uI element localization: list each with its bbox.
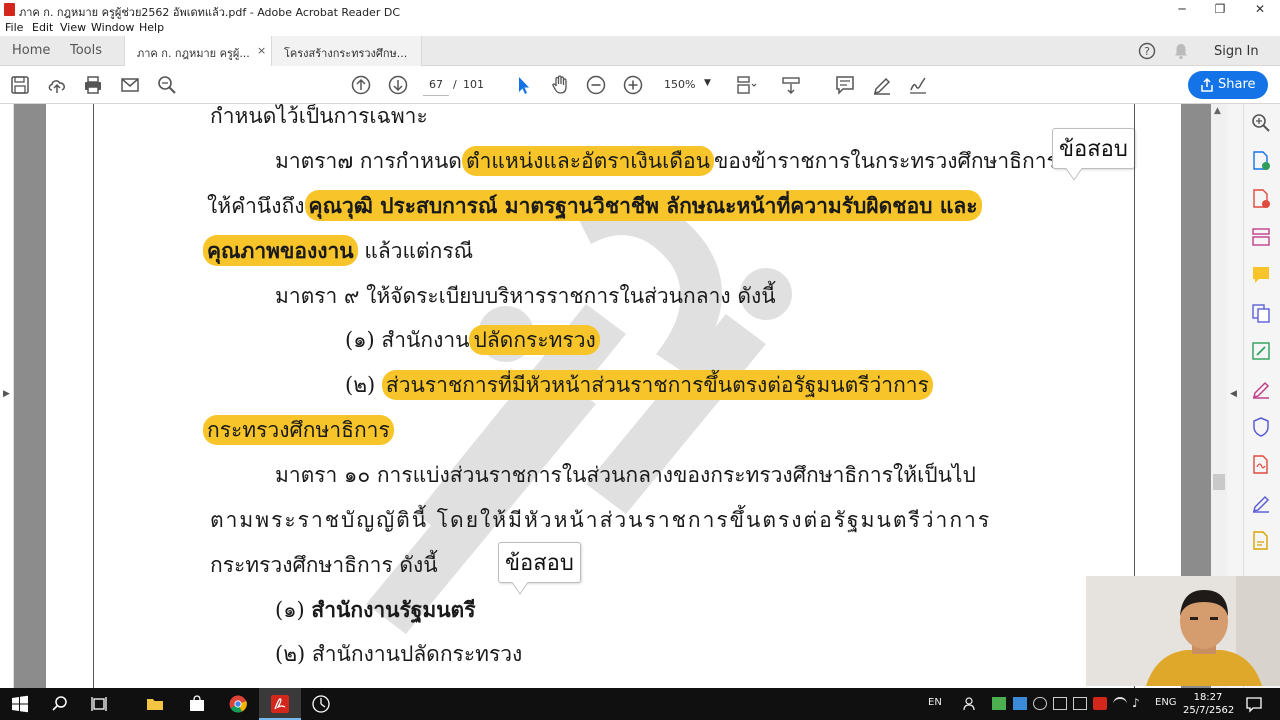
presenter-video [1086, 576, 1280, 686]
protect-icon[interactable] [1250, 416, 1272, 438]
menu-file[interactable]: File [5, 21, 23, 34]
clock-time: 18:27 [1193, 692, 1223, 703]
keyboard-layout-indicator[interactable]: ENG [1155, 697, 1177, 708]
page-up-icon[interactable] [350, 74, 372, 96]
zoom-in-icon[interactable] [622, 74, 644, 96]
scrollbar-thumb[interactable] [1213, 474, 1225, 490]
chrome-icon[interactable] [228, 694, 248, 714]
page-number-input[interactable]: 67 [423, 74, 449, 96]
comment-tool-icon[interactable] [1250, 264, 1272, 286]
tray-security-icon[interactable] [1093, 697, 1107, 710]
search-icon[interactable] [156, 74, 178, 96]
close-window-button[interactable]: ✕ [1240, 0, 1280, 19]
sign-pen-icon[interactable] [1250, 492, 1272, 514]
zoom-out-icon[interactable] [585, 74, 607, 96]
minimize-button[interactable]: ─ [1162, 0, 1202, 19]
windows-taskbar: EN ♪ ENG 18:27 25/7/2562 [0, 688, 1280, 720]
title-bar: ภาค ก. กฎหมาย ครูผู้ช่วย2562 อัพเดทแล้ว.… [0, 0, 1280, 19]
tray-app-circle-icon[interactable] [1033, 697, 1047, 710]
send-for-signature-icon[interactable] [1250, 530, 1272, 552]
acrobat-taskbar-icon[interactable] [270, 694, 290, 714]
comment-icon[interactable] [834, 74, 856, 96]
email-icon[interactable] [119, 74, 141, 96]
organize-pages-icon[interactable] [1250, 226, 1272, 248]
document-gutter-left [14, 104, 46, 688]
page-down-icon[interactable] [387, 74, 409, 96]
scroll-mode-icon[interactable] [780, 74, 802, 96]
tab-tools[interactable]: Tools [70, 43, 102, 58]
store-icon[interactable] [187, 694, 207, 714]
notification-bell-icon[interactable] [1172, 42, 1190, 60]
menu-edit[interactable]: Edit [32, 21, 53, 34]
tray-app-green-icon[interactable] [992, 697, 1006, 710]
scroll-up-icon[interactable]: ▲ [1214, 106, 1221, 116]
page-layout-icon[interactable] [735, 74, 757, 96]
pdf-icon[interactable] [1250, 454, 1272, 476]
close-tab-icon[interactable]: × [257, 44, 266, 57]
tab-home[interactable]: Home [12, 43, 50, 58]
upload-cloud-icon[interactable] [46, 74, 68, 96]
page-separator: / [453, 78, 457, 91]
select-cursor-icon[interactable] [512, 74, 534, 96]
menu-bar: File Edit View Window Help [0, 19, 1280, 36]
taskbar-search-icon[interactable] [50, 694, 70, 714]
menu-help[interactable]: Help [139, 21, 164, 34]
tab-document-2-label: โครงสร้างกระทรวงศึกษ... [284, 47, 408, 60]
fill-sign-icon[interactable] [1250, 378, 1272, 400]
total-pages: 101 [463, 78, 484, 91]
highlight-pen-icon[interactable] [871, 74, 893, 96]
volume-icon[interactable]: ♪ [1132, 696, 1140, 710]
task-view-icon[interactable] [89, 694, 109, 714]
tray-app-box-icon[interactable] [1053, 697, 1067, 710]
edit-pdf-icon[interactable] [1250, 340, 1272, 362]
save-icon[interactable] [9, 74, 31, 96]
system-clock[interactable]: 18:27 25/7/2562 [1183, 691, 1235, 717]
menu-view[interactable]: View [60, 21, 86, 34]
export-pdf-icon[interactable] [1250, 150, 1272, 172]
file-explorer-icon[interactable] [145, 694, 165, 714]
notification-center-icon[interactable] [1244, 694, 1264, 714]
language-indicator[interactable]: EN [928, 697, 942, 708]
share-button[interactable]: Share [1188, 71, 1268, 99]
zoom-select[interactable]: 150% [664, 78, 695, 91]
combine-files-icon[interactable] [1250, 302, 1272, 324]
maximize-button[interactable]: ❐ [1200, 0, 1240, 19]
help-icon[interactable]: ? [1138, 42, 1156, 60]
expand-left-panel-icon[interactable]: ▶ [3, 389, 10, 399]
svg-text:?: ? [1144, 45, 1150, 58]
acrobat-app-icon [4, 3, 15, 16]
tab-document-1[interactable]: ภาค ก. กฎหมาย ครูผู้... [124, 36, 272, 66]
create-pdf-icon[interactable] [1250, 188, 1272, 210]
share-icon [1201, 78, 1213, 92]
tab-bar: Home Tools ภาค ก. กฎหมาย ครูผู้... × โคร… [0, 36, 1280, 66]
recorder-icon[interactable] [311, 694, 331, 714]
people-icon[interactable] [961, 694, 981, 714]
menu-window[interactable]: Window [91, 21, 134, 34]
tray-app-blue-icon[interactable] [1013, 697, 1027, 710]
tab-document-2[interactable]: โครงสร้างกระทรวงศึกษ... [272, 36, 422, 66]
hand-icon[interactable] [549, 74, 571, 96]
webcam-overlay [1086, 576, 1280, 686]
wifi-icon[interactable] [1113, 697, 1127, 710]
page-border [93, 104, 1135, 688]
tray-app-monitor-icon[interactable] [1073, 697, 1087, 710]
clock-date: 25/7/2562 [1183, 705, 1235, 716]
collapse-right-panel-icon[interactable]: ◀ [1230, 389, 1237, 399]
windows-start-icon[interactable] [10, 694, 30, 714]
toolbar: 67 / 101 150% ▼ Share [0, 66, 1280, 104]
sign-icon[interactable] [907, 74, 929, 96]
chevron-down-icon[interactable]: ▼ [704, 78, 711, 88]
share-button-label: Share [1218, 77, 1256, 92]
tab-document-1-label: ภาค ก. กฎหมาย ครูผู้... [137, 47, 250, 60]
print-icon[interactable] [82, 74, 104, 96]
sign-in-link[interactable]: Sign In [1214, 44, 1259, 59]
left-panel-collapse[interactable]: ▶ [0, 104, 14, 688]
zoom-tool-icon[interactable] [1250, 112, 1272, 134]
